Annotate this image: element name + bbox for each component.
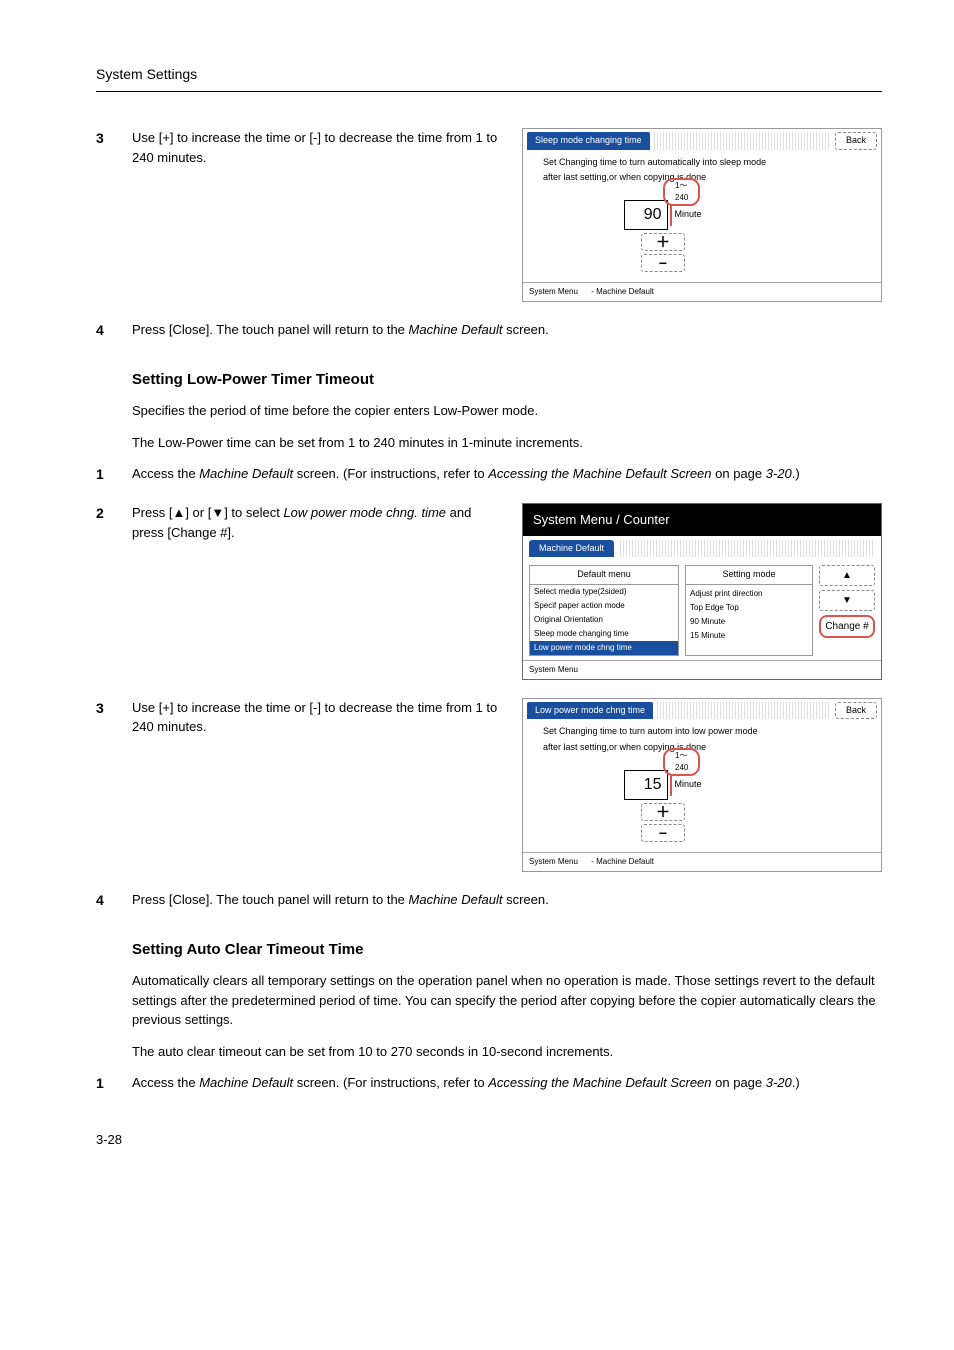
default-menu-list: Default menu Select media type(2sided) S… [529,565,679,656]
step-number: 1 [96,1073,132,1094]
body-text: Specifies the period of time before the … [132,401,882,421]
step-number: 1 [96,464,132,485]
footer-left: System Menu [529,287,578,296]
page-number: 3-28 [96,1130,882,1150]
sleep-mode-panel: Sleep mode changing time Back Set Changi… [522,128,882,302]
list-item: 90 Minute [686,615,812,629]
step-text: Access the Machine Default screen. (For … [132,464,882,484]
column-header: Default menu [530,566,678,585]
down-button[interactable]: ▼ [819,590,875,611]
panel-desc1: Set Changing time to turn automatically … [523,153,881,169]
step-number: 4 [96,890,132,911]
plus-button[interactable]: ＋ [641,233,685,251]
list-item-selected: 15 Minute [686,629,812,643]
gap [620,540,875,558]
column-header: Setting mode [686,566,812,585]
panel-title: Low power mode chng time [527,702,653,720]
list-item-selected[interactable]: Low power mode chng time [530,641,678,655]
up-button[interactable]: ▲ [819,565,875,586]
panel-subtitle: Machine Default [529,540,614,558]
back-button[interactable]: Back [835,132,877,150]
footer-left: System Menu [529,857,578,866]
list-item[interactable]: Select media type(2sided) [530,585,678,599]
section-heading: Setting Low-Power Timer Timeout [132,369,882,392]
list-item[interactable]: Sleep mode changing time [530,627,678,641]
change-button[interactable]: Change # [819,615,875,638]
low-power-panel: Low power mode chng time Back Set Changi… [522,698,882,872]
plus-button[interactable]: ＋ [641,803,685,821]
system-menu-panel: System Menu / Counter Machine Default De… [522,503,882,680]
step-number: 4 [96,320,132,341]
minus-button[interactable]: − [641,254,685,272]
step-number: 3 [96,698,132,719]
range-label: 1～240 [663,178,700,206]
title-gap [654,132,831,150]
running-header: System Settings [96,64,882,92]
unit-label: Minute [670,774,701,796]
setting-mode-list: Setting mode Adjust print direction Top … [685,565,813,656]
step-text: Press [▲] or [▼] to select Low power mod… [132,503,502,542]
step-number: 2 [96,503,132,524]
body-text: Automatically clears all temporary setti… [132,971,882,1030]
body-text: The Low-Power time can be set from 1 to … [132,433,882,453]
list-item[interactable]: Specif paper action mode [530,599,678,613]
section-heading: Setting Auto Clear Timeout Time [132,939,882,962]
step-text: Use [+] to increase the time or [-] to d… [132,698,502,737]
unit-label: Minute [670,204,701,226]
step-text: Press [Close]. The touch panel will retu… [132,320,882,340]
panel-desc2: after last setting,or when copying is do… [523,738,881,754]
step-text: Access the Machine Default screen. (For … [132,1073,882,1093]
title-gap [657,702,831,720]
footer-right: - Machine Default [591,287,654,296]
panel-desc1: Set Changing time to turn autom into low… [523,722,881,738]
value-box: 90 [624,200,668,230]
step-text: Press [Close]. The touch panel will retu… [132,890,882,910]
step-number: 3 [96,128,132,149]
panel-footer: System Menu [523,660,881,679]
value-box: 15 [624,770,668,800]
panel-desc2: after last setting,or when copying is do… [523,168,881,184]
panel-title: Sleep mode changing time [527,132,650,150]
step-text: Use [+] to increase the time or [-] to d… [132,128,502,167]
back-button[interactable]: Back [835,702,877,720]
range-label: 1～240 [663,748,700,776]
list-item: Top Edge Top [686,601,812,615]
list-item[interactable]: Original Orientation [530,613,678,627]
minus-button[interactable]: − [641,824,685,842]
panel-title: System Menu / Counter [523,504,881,536]
footer-right: - Machine Default [591,857,654,866]
list-item: Adjust print direction [686,587,812,601]
body-text: The auto clear timeout can be set from 1… [132,1042,882,1062]
